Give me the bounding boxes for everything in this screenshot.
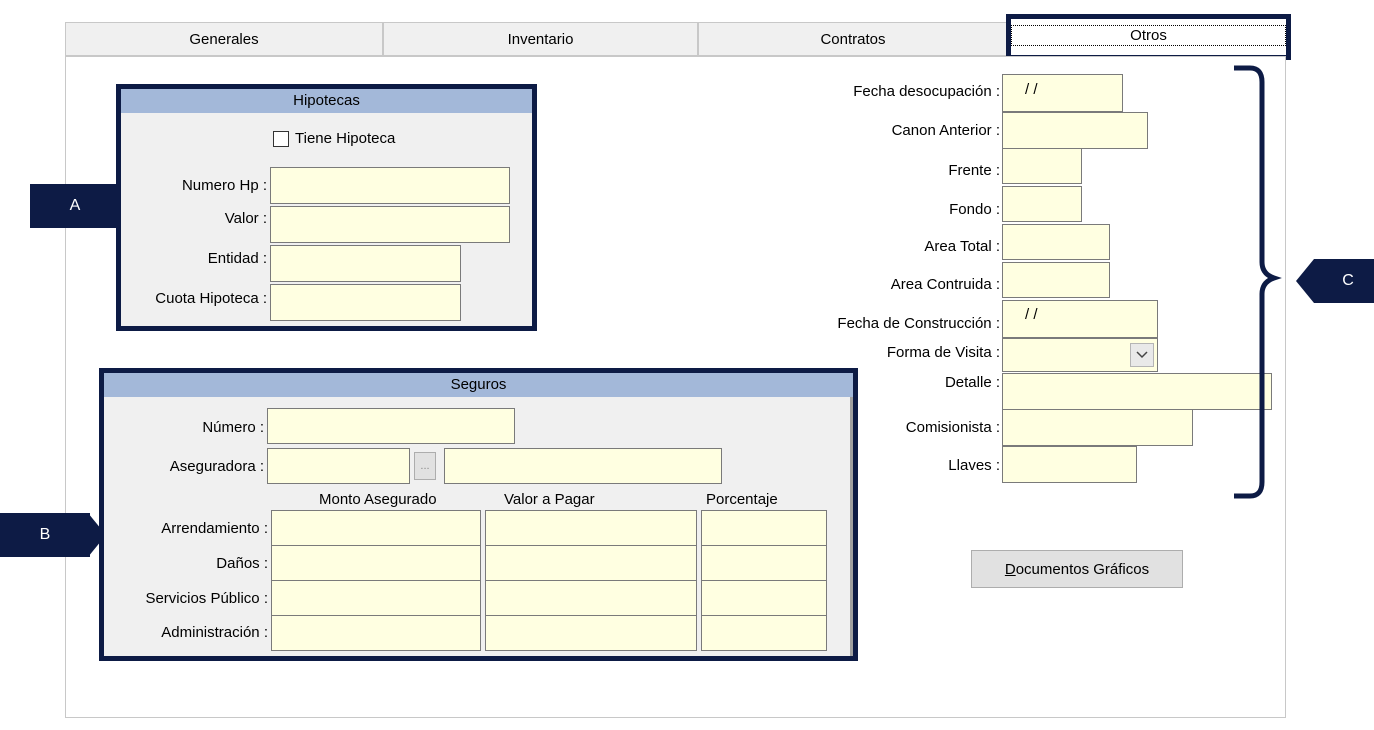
area-total-label: Area Total : bbox=[924, 238, 1000, 255]
forma-visita-select[interactable] bbox=[1002, 338, 1158, 372]
arrendamiento-valor-field[interactable] bbox=[485, 510, 697, 546]
tab-label: Inventario bbox=[507, 30, 574, 48]
forma-visita-label: Forma de Visita : bbox=[886, 344, 1000, 361]
area-total-field[interactable] bbox=[1002, 224, 1110, 260]
col-porcentaje: Porcentaje bbox=[706, 491, 778, 508]
seguros-panel: Seguros Número : Aseguradora : ... Monto… bbox=[99, 368, 858, 661]
fecha-construccion-label: Fecha de Construcción : bbox=[837, 315, 1000, 332]
entidad-field[interactable] bbox=[270, 245, 461, 282]
marker-b-label: B bbox=[39, 526, 51, 543]
hipotecas-title: Hipotecas bbox=[121, 89, 532, 113]
tab-label: Contratos bbox=[820, 30, 886, 48]
numero-field[interactable] bbox=[267, 408, 515, 444]
fecha-desocupacion-label: Fecha desocupación : bbox=[853, 83, 1000, 100]
col-monto-asegurado: Monto Asegurado bbox=[319, 491, 437, 508]
llaves-label: Llaves : bbox=[948, 457, 1000, 474]
frente-field[interactable] bbox=[1002, 148, 1082, 184]
administracion-monto-field[interactable] bbox=[271, 615, 481, 651]
comisionista-label: Comisionista : bbox=[905, 419, 1000, 436]
tab-label: Generales bbox=[189, 30, 259, 48]
hipotecas-panel: Hipotecas Tiene Hipoteca Numero Hp : Val… bbox=[116, 84, 537, 331]
frente-label: Frente : bbox=[948, 162, 1000, 179]
fondo-label: Fondo : bbox=[949, 201, 1000, 218]
col-valor-a-pagar: Valor a Pagar bbox=[504, 491, 595, 508]
panel-divider bbox=[850, 397, 853, 656]
tiene-hipoteca-checkbox[interactable] bbox=[273, 131, 289, 147]
servicios-porcentaje-field[interactable] bbox=[701, 580, 827, 616]
arrendamiento-porcentaje-field[interactable] bbox=[701, 510, 827, 546]
fecha-construccion-value: / / bbox=[1025, 306, 1038, 323]
row-danos-label: Daños : bbox=[216, 555, 268, 572]
valor-label: Valor : bbox=[224, 210, 267, 227]
aseguradora-label: Aseguradora : bbox=[169, 458, 264, 475]
tab-generales[interactable]: Generales bbox=[65, 22, 383, 56]
comisionista-field[interactable] bbox=[1002, 409, 1193, 446]
marker-c: C bbox=[1314, 259, 1374, 303]
area-contruida-label: Area Contruida : bbox=[890, 276, 1000, 293]
bracket-c bbox=[1234, 65, 1282, 499]
arrendamiento-monto-field[interactable] bbox=[271, 510, 481, 546]
servicios-valor-field[interactable] bbox=[485, 580, 697, 616]
row-servicios-label: Servicios Público : bbox=[145, 590, 268, 607]
detalle-label: Detalle : bbox=[944, 374, 1000, 391]
valor-field[interactable] bbox=[270, 206, 510, 243]
documentos-graficos-button[interactable]: Documentos Gráficos bbox=[971, 550, 1183, 588]
cuota-hipoteca-label: Cuota Hipoteca : bbox=[155, 290, 267, 307]
canon-anterior-label: Canon Anterior : bbox=[891, 122, 1000, 139]
tab-otros-inner: Otros bbox=[1011, 19, 1286, 55]
aseguradora-name-field[interactable] bbox=[444, 448, 722, 484]
documentos-label: ocumentos Gráficos bbox=[1015, 560, 1150, 578]
marker-a: A bbox=[30, 184, 120, 228]
marker-b: B bbox=[0, 513, 90, 557]
row-administracion-label: Administración : bbox=[161, 624, 268, 641]
fecha-desocupacion-field[interactable]: / / bbox=[1002, 74, 1123, 112]
fondo-field[interactable] bbox=[1002, 186, 1082, 222]
area-contruida-field[interactable] bbox=[1002, 262, 1110, 298]
tiene-hipoteca-label: Tiene Hipoteca bbox=[295, 130, 396, 147]
canon-anterior-field[interactable] bbox=[1002, 112, 1148, 149]
cuota-hipoteca-field[interactable] bbox=[270, 284, 461, 321]
row-arrendamiento-label: Arrendamiento : bbox=[161, 520, 268, 537]
tab-otros[interactable]: Otros bbox=[1006, 14, 1291, 60]
danos-valor-field[interactable] bbox=[485, 545, 697, 581]
danos-porcentaje-field[interactable] bbox=[701, 545, 827, 581]
administracion-porcentaje-field[interactable] bbox=[701, 615, 827, 651]
tab-contratos[interactable]: Contratos bbox=[698, 22, 1008, 56]
aseguradora-browse-button[interactable]: ... bbox=[414, 452, 436, 480]
tab-label: Otros bbox=[1011, 25, 1286, 46]
entidad-label: Entidad : bbox=[207, 250, 267, 267]
danos-monto-field[interactable] bbox=[271, 545, 481, 581]
documentos-accel: D bbox=[1004, 560, 1016, 578]
seguros-title: Seguros bbox=[104, 373, 853, 397]
marker-c-label: C bbox=[1342, 272, 1354, 289]
tab-inventario[interactable]: Inventario bbox=[383, 22, 698, 56]
numero-hp-field[interactable] bbox=[270, 167, 510, 204]
fecha-desocupacion-value: / / bbox=[1025, 81, 1038, 98]
numero-hp-label: Numero Hp : bbox=[181, 177, 267, 194]
marker-c-arrow bbox=[1296, 259, 1314, 303]
chevron-down-icon[interactable] bbox=[1130, 343, 1154, 367]
llaves-field[interactable] bbox=[1002, 446, 1137, 483]
numero-label: Número : bbox=[202, 419, 264, 436]
fecha-construccion-field[interactable]: / / bbox=[1002, 300, 1158, 338]
aseguradora-code-field[interactable] bbox=[267, 448, 410, 484]
browse-label: ... bbox=[420, 460, 430, 472]
administracion-valor-field[interactable] bbox=[485, 615, 697, 651]
marker-a-label: A bbox=[69, 197, 81, 214]
servicios-monto-field[interactable] bbox=[271, 580, 481, 616]
